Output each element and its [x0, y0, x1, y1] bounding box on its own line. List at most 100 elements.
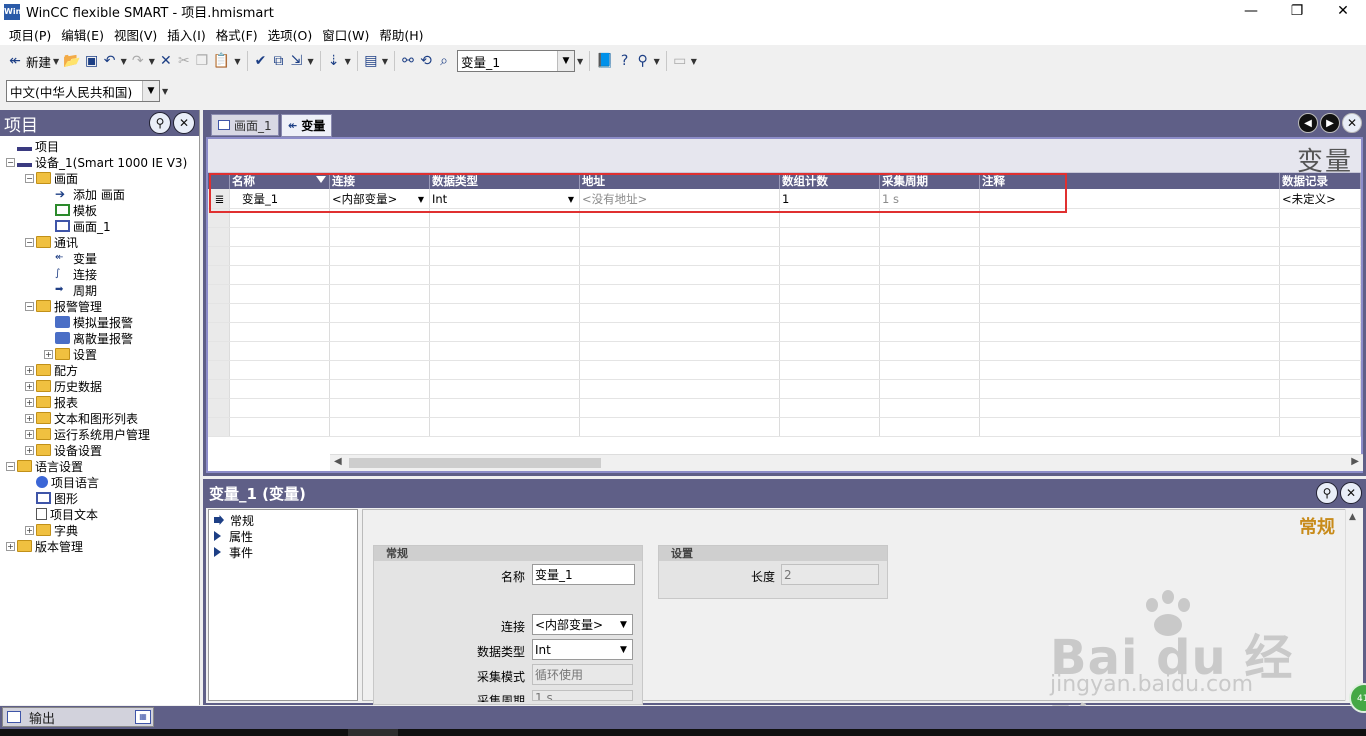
- empty-cell[interactable]: [980, 399, 1280, 417]
- empty-table-row[interactable]: [208, 209, 1361, 228]
- expand-icon[interactable]: +: [25, 365, 34, 375]
- copy-icon[interactable]: ❐: [193, 50, 211, 72]
- undo-icon[interactable]: ↶: [101, 50, 119, 72]
- column-cycle[interactable]: 采集周期: [880, 173, 980, 189]
- scroll-left-icon[interactable]: ◀: [334, 456, 342, 467]
- empty-cell[interactable]: [1280, 209, 1361, 227]
- empty-cell[interactable]: [780, 209, 880, 227]
- empty-cell[interactable]: [780, 266, 880, 284]
- tag-selector-combo[interactable]: 变量_1 ▼: [456, 50, 575, 72]
- empty-cell[interactable]: [880, 361, 980, 379]
- empty-cell[interactable]: [980, 418, 1280, 436]
- empty-cell[interactable]: [880, 342, 980, 360]
- empty-cell[interactable]: [430, 323, 580, 341]
- empty-cell[interactable]: [430, 228, 580, 246]
- empty-table-row[interactable]: [208, 266, 1361, 285]
- menu-format[interactable]: 格式(F): [211, 25, 263, 44]
- tree-item[interactable]: ➔ 添加 画面: [0, 186, 199, 202]
- tab-screen-1[interactable]: 画面_1: [211, 114, 279, 136]
- tree-item[interactable]: 模板: [0, 202, 199, 218]
- empty-table-row[interactable]: [208, 342, 1361, 361]
- empty-cell[interactable]: [330, 266, 430, 284]
- close-icon[interactable]: ✕: [173, 112, 195, 134]
- empty-cell[interactable]: [430, 304, 580, 322]
- layout-dropdown-icon[interactable]: ▼: [380, 50, 390, 72]
- empty-cell[interactable]: [580, 228, 780, 246]
- empty-cell[interactable]: [580, 361, 780, 379]
- empty-cell[interactable]: [580, 342, 780, 360]
- output-tab[interactable]: 输出 ▦: [2, 707, 154, 727]
- tree-item[interactable]: + 文本和图形列表: [0, 410, 199, 426]
- empty-table-row[interactable]: [208, 399, 1361, 418]
- layout-icon[interactable]: ▤: [362, 50, 380, 72]
- empty-cell[interactable]: [980, 228, 1280, 246]
- download-dropdown-icon[interactable]: ▼: [343, 50, 353, 72]
- empty-cell[interactable]: [980, 361, 1280, 379]
- datatype-select[interactable]: Int ▼: [532, 639, 633, 660]
- chevron-down-icon[interactable]: ▼: [565, 193, 577, 205]
- expand-icon[interactable]: +: [6, 541, 15, 551]
- help-dropdown-icon[interactable]: ▼: [652, 50, 662, 72]
- empty-cell[interactable]: [980, 285, 1280, 303]
- pin-icon[interactable]: ⚲: [1316, 482, 1338, 504]
- empty-cell[interactable]: [1280, 399, 1361, 417]
- empty-cell[interactable]: [230, 323, 330, 341]
- empty-cell[interactable]: [1280, 285, 1361, 303]
- combo-dropdown-icon[interactable]: ▼: [575, 50, 585, 72]
- empty-cell[interactable]: [330, 323, 430, 341]
- empty-cell[interactable]: [1280, 228, 1361, 246]
- tree-item[interactable]: 离散量报警: [0, 330, 199, 346]
- find-icon[interactable]: ⌕: [435, 50, 453, 72]
- context-help-icon[interactable]: ⚲: [634, 50, 652, 72]
- empty-cell[interactable]: [880, 380, 980, 398]
- restore-button[interactable]: ❐: [1274, 0, 1320, 23]
- empty-cell[interactable]: [430, 285, 580, 303]
- empty-cell[interactable]: [430, 418, 580, 436]
- empty-cell[interactable]: [780, 285, 880, 303]
- empty-cell[interactable]: [780, 380, 880, 398]
- empty-cell[interactable]: [430, 266, 580, 284]
- download-icon[interactable]: ⇣: [325, 50, 343, 72]
- table-row[interactable]: ≣ 变量_1 <内部变量> ▼ Int ▼ <没有地址> 1 1 s <未定义>: [208, 189, 1361, 209]
- empty-cell[interactable]: [230, 418, 330, 436]
- window-layout-dropdown-icon[interactable]: ▼: [689, 50, 699, 72]
- save-icon[interactable]: ▣: [83, 50, 101, 72]
- empty-cell[interactable]: [430, 399, 580, 417]
- column-logging[interactable]: 数据记录: [1280, 173, 1361, 189]
- empty-cell[interactable]: [208, 247, 230, 265]
- paste-dropdown-icon[interactable]: ▼: [232, 50, 242, 72]
- empty-cell[interactable]: [330, 399, 430, 417]
- menu-window[interactable]: 窗口(W): [317, 25, 374, 44]
- column-address[interactable]: 地址: [580, 173, 780, 189]
- transfer-dropdown-icon[interactable]: ▼: [306, 50, 316, 72]
- empty-cell[interactable]: [330, 380, 430, 398]
- empty-cell[interactable]: [980, 342, 1280, 360]
- cross-reference-icon[interactable]: ⟲: [417, 50, 435, 72]
- window-layout-icon[interactable]: ▭: [671, 50, 689, 72]
- collapse-icon[interactable]: −: [6, 157, 15, 167]
- empty-table-row[interactable]: [208, 380, 1361, 399]
- empty-cell[interactable]: [580, 266, 780, 284]
- name-field[interactable]: 变量_1: [532, 564, 635, 585]
- expand-icon[interactable]: +: [25, 525, 34, 535]
- empty-cell[interactable]: [1280, 342, 1361, 360]
- close-icon[interactable]: ✕: [1340, 482, 1362, 504]
- column-array-count[interactable]: 数组计数: [780, 173, 880, 189]
- empty-cell[interactable]: [880, 247, 980, 265]
- new-dropdown-icon[interactable]: ▼: [51, 50, 61, 72]
- expand-icon[interactable]: +: [25, 397, 34, 407]
- empty-cell[interactable]: [780, 399, 880, 417]
- cell-connection[interactable]: <内部变量> ▼: [330, 189, 430, 208]
- empty-cell[interactable]: [580, 247, 780, 265]
- empty-cell[interactable]: [780, 361, 880, 379]
- connection-select[interactable]: <内部变量> ▼: [532, 614, 633, 635]
- collapse-icon[interactable]: −: [25, 173, 34, 183]
- empty-cell[interactable]: [330, 361, 430, 379]
- chevron-down-icon[interactable]: ▼: [415, 193, 427, 205]
- scroll-right-icon[interactable]: ▶: [1351, 456, 1359, 467]
- empty-cell[interactable]: [880, 418, 980, 436]
- empty-cell[interactable]: [880, 209, 980, 227]
- empty-cell[interactable]: [230, 266, 330, 284]
- cut-icon[interactable]: ✂: [175, 50, 193, 72]
- delete-icon[interactable]: ✕: [157, 50, 175, 72]
